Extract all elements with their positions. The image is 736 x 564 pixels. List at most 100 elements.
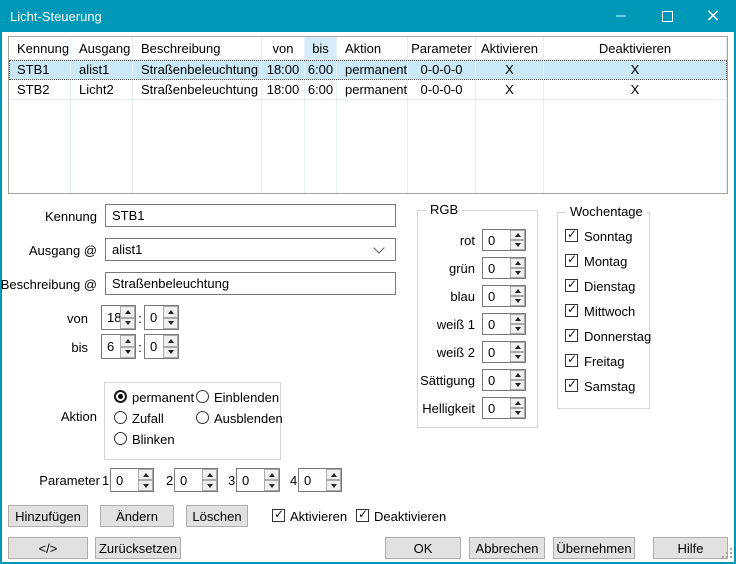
hilfe-button[interactable]: Hilfe bbox=[653, 537, 728, 559]
parameter-3-stepper[interactable]: 0 bbox=[236, 468, 280, 492]
spin-down-button[interactable] bbox=[510, 268, 525, 278]
checkbox-aktivieren[interactable]: ✓ bbox=[272, 509, 285, 522]
checkbox-donnerstag[interactable]: ✓ bbox=[565, 329, 578, 342]
weiss2-value[interactable]: 0 bbox=[483, 342, 510, 362]
bis-minute-value[interactable]: 0 bbox=[145, 335, 163, 358]
loeschen-button[interactable]: Löschen bbox=[186, 505, 248, 527]
checkbox-sonntag[interactable]: ✓ bbox=[565, 229, 578, 242]
spin-up-button[interactable] bbox=[326, 469, 341, 480]
col-bis[interactable]: bis bbox=[305, 37, 337, 59]
bis-hour-stepper[interactable]: 6 bbox=[101, 334, 136, 359]
checkbox-mittwoch[interactable]: ✓ bbox=[565, 304, 578, 317]
weiss1-value[interactable]: 0 bbox=[483, 314, 510, 334]
spin-up-button[interactable] bbox=[510, 370, 525, 380]
von-hour-value[interactable]: 18 bbox=[102, 306, 120, 329]
spin-up-button[interactable] bbox=[264, 469, 279, 480]
spin-up-button[interactable] bbox=[510, 258, 525, 268]
spin-down-button[interactable] bbox=[510, 380, 525, 390]
parameter-2-value[interactable]: 0 bbox=[175, 469, 202, 491]
beschreibung-input[interactable] bbox=[105, 272, 396, 295]
bis-hour-value[interactable]: 6 bbox=[102, 335, 120, 358]
hinzufuegen-button[interactable]: Hinzufügen bbox=[8, 505, 88, 527]
spin-up-button[interactable] bbox=[510, 230, 525, 240]
spin-down-button[interactable] bbox=[120, 347, 135, 359]
abbrechen-button[interactable]: Abbrechen bbox=[469, 537, 545, 559]
saettigung-stepper[interactable]: 0 bbox=[482, 369, 526, 391]
gruen-stepper[interactable]: 0 bbox=[482, 257, 526, 279]
spin-up-button[interactable] bbox=[510, 286, 525, 296]
parameter-4-stepper[interactable]: 0 bbox=[298, 468, 342, 492]
radio-permanent[interactable] bbox=[114, 390, 127, 403]
spin-down-button[interactable] bbox=[510, 324, 525, 334]
checkbox-samstag[interactable]: ✓ bbox=[565, 379, 578, 392]
checkbox-dienstag[interactable]: ✓ bbox=[565, 279, 578, 292]
spin-down-button[interactable] bbox=[138, 480, 153, 491]
col-parameter[interactable]: Parameter bbox=[408, 37, 476, 59]
col-aktivieren[interactable]: Aktivieren bbox=[476, 37, 544, 59]
table-row[interactable]: STB2 Licht2 Straßenbeleuchtung 2 18:00 6… bbox=[9, 80, 727, 100]
kennung-input[interactable] bbox=[105, 204, 396, 227]
saettigung-value[interactable]: 0 bbox=[483, 370, 510, 390]
minimize-button[interactable] bbox=[598, 0, 644, 32]
spin-down-button[interactable] bbox=[264, 480, 279, 491]
von-minute-value[interactable]: 0 bbox=[145, 306, 163, 329]
spin-up-button[interactable] bbox=[163, 306, 178, 318]
radio-blinken[interactable] bbox=[114, 432, 127, 445]
gruen-value[interactable]: 0 bbox=[483, 258, 510, 278]
spin-up-button[interactable] bbox=[202, 469, 217, 480]
col-deaktivieren[interactable]: Deaktivieren bbox=[544, 37, 727, 59]
spin-up-button[interactable] bbox=[120, 335, 135, 347]
spin-down-button[interactable] bbox=[510, 240, 525, 250]
spin-down-button[interactable] bbox=[510, 352, 525, 362]
col-kennung[interactable]: Kennung bbox=[9, 37, 71, 59]
spin-up-button[interactable] bbox=[163, 335, 178, 347]
spin-down-button[interactable] bbox=[510, 296, 525, 306]
spin-up-button[interactable] bbox=[138, 469, 153, 480]
radio-einblenden[interactable] bbox=[196, 390, 209, 403]
helligkeit-stepper[interactable]: 0 bbox=[482, 397, 526, 419]
spin-up-button[interactable] bbox=[510, 398, 525, 408]
checkbox-deaktivieren[interactable]: ✓ bbox=[356, 509, 369, 522]
spin-down-button[interactable] bbox=[202, 480, 217, 491]
zuruecksetzen-button[interactable]: Zurücksetzen bbox=[95, 537, 181, 559]
helligkeit-value[interactable]: 0 bbox=[483, 398, 510, 418]
resize-grip[interactable] bbox=[722, 556, 724, 558]
spin-down-button[interactable] bbox=[120, 318, 135, 330]
col-beschreibung[interactable]: Beschreibung bbox=[133, 37, 262, 59]
spin-down-button[interactable] bbox=[163, 318, 178, 330]
close-button[interactable]: × bbox=[690, 0, 736, 32]
ausgang-select[interactable]: alist1 bbox=[105, 238, 396, 261]
code-view-button[interactable]: </> bbox=[8, 537, 88, 559]
spin-up-button[interactable] bbox=[510, 342, 525, 352]
checkbox-montag[interactable]: ✓ bbox=[565, 254, 578, 267]
ok-button[interactable]: OK bbox=[385, 537, 461, 559]
blau-value[interactable]: 0 bbox=[483, 286, 510, 306]
checkbox-freitag[interactable]: ✓ bbox=[565, 354, 578, 367]
col-von[interactable]: von bbox=[262, 37, 305, 59]
rot-value[interactable]: 0 bbox=[483, 230, 510, 250]
spin-up-button[interactable] bbox=[120, 306, 135, 318]
parameter-1-value[interactable]: 0 bbox=[111, 469, 138, 491]
parameter-2-stepper[interactable]: 0 bbox=[174, 468, 218, 492]
radio-ausblenden[interactable] bbox=[196, 411, 209, 424]
uebernehmen-button[interactable]: Übernehmen bbox=[553, 537, 635, 559]
parameter-4-value[interactable]: 0 bbox=[299, 469, 326, 491]
spin-down-button[interactable] bbox=[510, 408, 525, 418]
table-row[interactable]: STB1 alist1 Straßenbeleuchtung 18:00 6:0… bbox=[9, 60, 727, 80]
weiss1-stepper[interactable]: 0 bbox=[482, 313, 526, 335]
rot-stepper[interactable]: 0 bbox=[482, 229, 526, 251]
von-minute-stepper[interactable]: 0 bbox=[144, 305, 179, 330]
aendern-button[interactable]: Ändern bbox=[100, 505, 174, 527]
spin-up-button[interactable] bbox=[510, 314, 525, 324]
maximize-button[interactable] bbox=[644, 0, 690, 32]
parameter-1-stepper[interactable]: 0 bbox=[110, 468, 154, 492]
blau-stepper[interactable]: 0 bbox=[482, 285, 526, 307]
parameter-3-value[interactable]: 0 bbox=[237, 469, 264, 491]
spin-down-button[interactable] bbox=[163, 347, 178, 359]
bis-minute-stepper[interactable]: 0 bbox=[144, 334, 179, 359]
titlebar[interactable]: Licht-Steuerung × bbox=[0, 0, 736, 32]
col-ausgang[interactable]: Ausgang bbox=[71, 37, 133, 59]
spin-down-button[interactable] bbox=[326, 480, 341, 491]
von-hour-stepper[interactable]: 18 bbox=[101, 305, 136, 330]
radio-zufall[interactable] bbox=[114, 411, 127, 424]
